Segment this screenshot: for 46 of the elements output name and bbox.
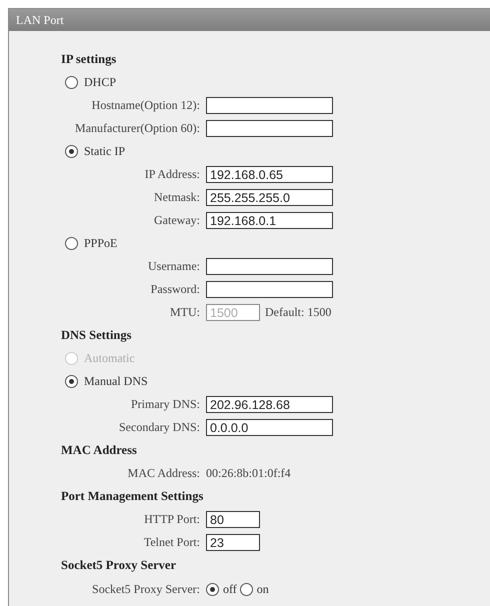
panel-title: LAN Port bbox=[9, 9, 490, 31]
input-field[interactable]: 0.0.0.0 bbox=[206, 419, 333, 436]
field-label: Gateway: bbox=[153, 213, 201, 228]
field-label: Manufacturer(Option 60): bbox=[74, 121, 201, 136]
radio-label: Automatic bbox=[84, 351, 135, 366]
radio-button[interactable] bbox=[206, 582, 219, 596]
section-heading: IP settings bbox=[61, 51, 118, 68]
field-label: Password: bbox=[150, 282, 201, 297]
mac-value: 00:26:8b:01:0f:f4 bbox=[206, 466, 291, 481]
section-heading: Port Management Settings bbox=[61, 488, 204, 505]
radio-button[interactable] bbox=[65, 237, 78, 250]
radio-label: PPPoE bbox=[84, 236, 118, 251]
field-label: Username: bbox=[147, 259, 201, 274]
radio-button[interactable] bbox=[240, 582, 253, 596]
field-label: Secondary DNS: bbox=[118, 420, 201, 435]
field-label: IP Address: bbox=[144, 167, 201, 182]
input-field[interactable] bbox=[206, 258, 333, 275]
input-field[interactable]: 80 bbox=[206, 511, 260, 528]
radio-label: Static IP bbox=[84, 144, 125, 159]
field-label: Telnet Port: bbox=[142, 535, 201, 550]
radio-label: DHCP bbox=[84, 75, 116, 90]
input-field[interactable]: 23 bbox=[206, 534, 260, 551]
field-label: HTTP Port: bbox=[143, 512, 201, 527]
radio-label: off bbox=[223, 582, 237, 596]
input-field[interactable] bbox=[206, 97, 333, 114]
input-field[interactable]: 192.168.0.1 bbox=[206, 212, 333, 229]
radio-button[interactable] bbox=[65, 76, 78, 89]
section-heading: Socket5 Proxy Server bbox=[61, 557, 178, 574]
field-label: MTU: bbox=[169, 305, 201, 320]
default-note: Default: 1500 bbox=[265, 305, 332, 320]
radio-button[interactable] bbox=[65, 145, 78, 158]
radio-button[interactable] bbox=[65, 375, 78, 388]
field-label: Netmask: bbox=[153, 190, 201, 205]
field-label: Hostname(Option 12): bbox=[90, 98, 201, 113]
field-label: Socket5 Proxy Server: bbox=[91, 582, 201, 596]
radio-label: on bbox=[256, 582, 269, 596]
input-field[interactable]: 202.96.128.68 bbox=[206, 396, 333, 413]
input-field[interactable]: 255.255.255.0 bbox=[206, 189, 333, 206]
field-label: MAC Address: bbox=[126, 466, 201, 481]
field-label: Primary DNS: bbox=[130, 397, 201, 412]
input-field[interactable]: 192.168.0.65 bbox=[206, 166, 333, 183]
input-field[interactable] bbox=[206, 120, 333, 137]
section-heading: DNS Settings bbox=[61, 327, 132, 344]
radio-label: Manual DNS bbox=[84, 374, 148, 389]
input-field[interactable] bbox=[206, 281, 333, 298]
section-heading: MAC Address bbox=[61, 442, 138, 459]
